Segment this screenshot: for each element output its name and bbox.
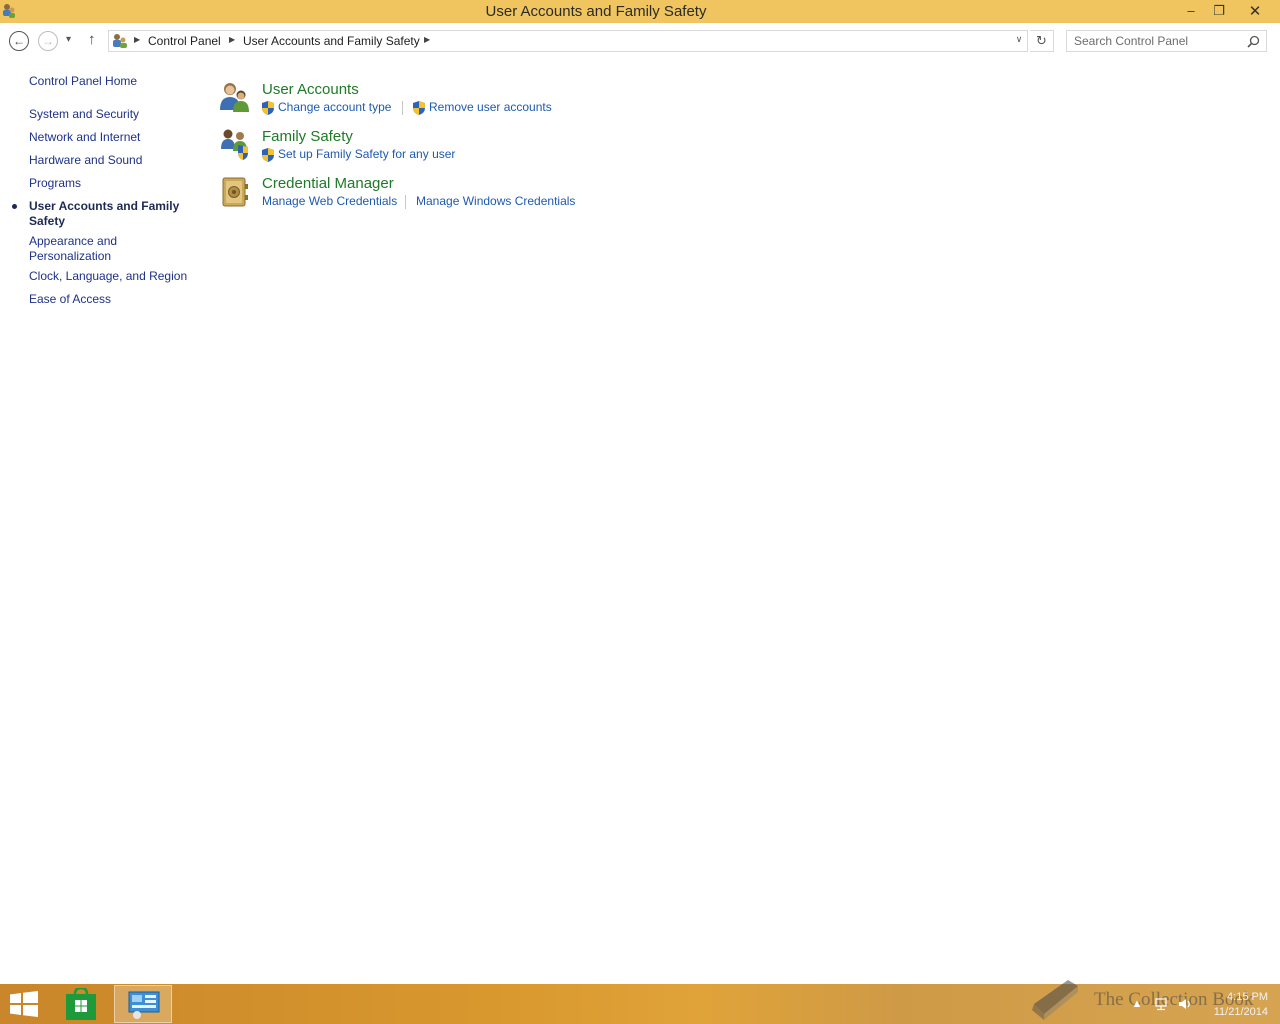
control-panel-taskbar-button[interactable] (114, 985, 172, 1023)
address-dropdown-icon[interactable]: ∨ (1011, 34, 1027, 48)
clock-date: 11/21/2014 (1213, 1006, 1268, 1018)
set-up-family-safety-link[interactable]: Set up Family Safety for any user (278, 147, 455, 161)
change-account-type-link[interactable]: Change account type (278, 100, 391, 114)
breadcrumb-separator[interactable]: ▶ (229, 35, 235, 44)
back-button[interactable]: ← (9, 31, 29, 51)
uac-shield-icon (262, 148, 274, 162)
window-title: User Accounts and Family Safety (485, 3, 707, 20)
manage-windows-credentials-link[interactable]: Manage Windows Credentials (416, 194, 575, 208)
user-accounts-link[interactable]: User Accounts (262, 81, 359, 98)
manage-web-credentials-link[interactable]: Manage Web Credentials (262, 194, 397, 208)
volume-icon[interactable] (1178, 997, 1192, 1011)
search-icon[interactable] (1247, 35, 1260, 48)
forward-button[interactable]: → (38, 31, 58, 51)
sidebar-item-user-accounts-family-safety[interactable]: User Accounts and Family Safety (29, 199, 189, 229)
breadcrumb-control-panel[interactable]: Control Panel (148, 34, 221, 48)
credential-manager-icon[interactable] (218, 174, 252, 208)
control-panel-icon (128, 991, 160, 1019)
sidebar-item-programs[interactable]: Programs (29, 176, 81, 191)
family-safety-link[interactable]: Family Safety (262, 128, 353, 145)
refresh-button[interactable]: ↻ (1030, 30, 1054, 52)
current-item-bullet (12, 204, 17, 209)
credential-manager-link[interactable]: Credential Manager (262, 175, 394, 192)
sidebar-item-clock-language-region[interactable]: Clock, Language, and Region (29, 269, 187, 284)
remove-user-accounts-link[interactable]: Remove user accounts (429, 100, 552, 114)
user-accounts-icon[interactable] (218, 80, 252, 114)
title-bar: User Accounts and Family Safety – ❐ ✕ (0, 0, 1280, 23)
task-separator (405, 195, 406, 209)
sidebar-item-ease-of-access[interactable]: Ease of Access (29, 292, 111, 307)
breadcrumb-separator[interactable]: ▶ (134, 35, 140, 44)
search-input[interactable] (1067, 31, 1242, 51)
uac-shield-icon (262, 101, 274, 115)
clock-time: 4:15 PM (1227, 991, 1268, 1003)
start-icon[interactable] (10, 991, 38, 1017)
search-box (1066, 30, 1267, 52)
restore-button[interactable]: ❐ (1206, 0, 1232, 21)
up-button[interactable]: ↑ (88, 31, 96, 48)
network-icon[interactable] (1154, 997, 1168, 1011)
breadcrumb-separator[interactable]: ▶ (424, 35, 430, 44)
sidebar-item-appearance-personalization[interactable]: Appearance and Personalization (29, 234, 139, 264)
close-button[interactable]: ✕ (1232, 0, 1278, 21)
sidebar-item-network-and-internet[interactable]: Network and Internet (29, 130, 140, 145)
sidebar-item-system-and-security[interactable]: System and Security (29, 107, 139, 122)
recent-locations-dropdown[interactable]: ▾ (66, 34, 71, 45)
system-clock[interactable]: 4:15 PM 11/21/2014 (1206, 990, 1268, 1020)
task-separator (402, 101, 403, 115)
sidebar-item-control-panel-home[interactable]: Control Panel Home (29, 74, 137, 89)
control-panel-icon (113, 34, 127, 48)
sidebar-item-hardware-and-sound[interactable]: Hardware and Sound (29, 153, 142, 168)
watermark-book-icon (1032, 980, 1078, 1020)
uac-shield-icon (413, 101, 425, 115)
store-icon[interactable] (66, 988, 96, 1020)
minimize-button[interactable]: – (1176, 0, 1206, 21)
taskbar (0, 984, 1280, 1024)
breadcrumb-user-accounts-family-safety[interactable]: User Accounts and Family Safety (243, 34, 420, 48)
show-hidden-icons-icon[interactable]: ▲ (1130, 997, 1144, 1011)
family-safety-icon[interactable] (218, 127, 252, 161)
